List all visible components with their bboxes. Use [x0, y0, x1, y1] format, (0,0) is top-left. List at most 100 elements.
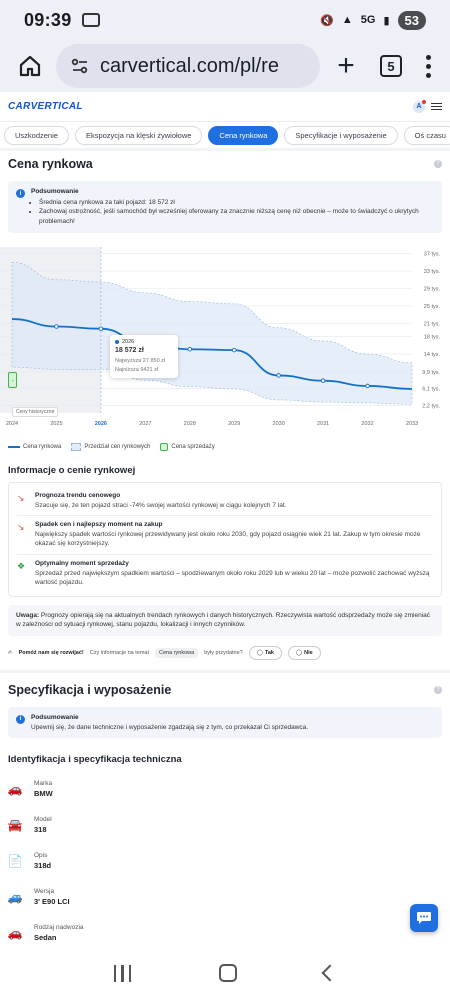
drop-icon: ↘: [17, 522, 25, 533]
data-point: [187, 347, 193, 352]
report-tabs: Uszkodzenie Ekspozycja na klęski żywioło…: [0, 122, 450, 148]
x-tick-label: 2030: [273, 421, 285, 427]
insight-item: ↘ Prognoza trendu cenowego Szacuje się, ż…: [17, 487, 433, 517]
insight-item: ↘ Spadek cen i najlepszy moment na zakup…: [17, 516, 433, 555]
tab-natural-disasters[interactable]: Ekspozycja na klęski żywiołowe: [74, 125, 203, 145]
price-info-title: Informacje o cenie rynkowej: [8, 465, 136, 477]
feedback-no-button[interactable]: ◯ Nie: [287, 645, 321, 660]
y-tick-label: 2,2 tys.: [422, 404, 440, 410]
y-tick-label: 6,1 tys.: [422, 387, 440, 393]
legend-price-range[interactable]: Przedział cen rynkowych: [71, 443, 151, 452]
recent-apps-button[interactable]: [113, 964, 132, 982]
logo-text: CARVERTICAL: [8, 101, 83, 112]
help-icon[interactable]: ?: [434, 160, 442, 168]
car-model-icon: 🚘: [7, 817, 23, 832]
browser-menu-button[interactable]: [418, 54, 438, 78]
nav-home-button[interactable]: [218, 964, 237, 982]
legend-label: Przedział cen rynkowych: [84, 444, 151, 451]
home-icon: [19, 55, 41, 77]
site-header: CARVERTICAL A: [0, 92, 450, 122]
feedback-icon: ✍: [8, 649, 13, 656]
legend-market-price[interactable]: Cena rynkowa: [8, 444, 61, 450]
y-tick-label: 29 tys.: [424, 287, 441, 293]
carvertical-logo[interactable]: CARVERTICAL: [8, 101, 83, 112]
identification-title: Identyfikacja i specyfikacja techniczna: [8, 753, 182, 765]
new-tab-button[interactable]: +: [328, 48, 364, 84]
chat-icon: [417, 912, 431, 924]
spec-value: 3' E90 LCI: [34, 896, 70, 906]
insight-text: Największy spadek wartości rynkowej prze…: [35, 531, 421, 548]
spec-value: 318: [34, 824, 47, 834]
summary-title: Podsumowanie: [31, 188, 79, 195]
tab-damage[interactable]: Uszkodzenie: [4, 125, 69, 145]
spec-value: Sedan: [34, 932, 57, 942]
url-text[interactable]: carvertical.com/pl/re: [100, 55, 279, 78]
spec-value: BMW: [34, 788, 53, 798]
y-tick-label: 18 tys.: [424, 335, 441, 341]
car-brand-icon: 🚗: [7, 781, 23, 796]
spec-list: 🚗 Marka BMW 🚘 Model 318 📄 Opis 318d 🚙 Wersj…: [0, 771, 450, 951]
hamburger-menu-icon[interactable]: [431, 102, 442, 111]
x-tick-label: 2026: [95, 421, 107, 427]
spec-label: Wersja: [34, 887, 55, 895]
tab-switcher-button[interactable]: 5: [380, 55, 402, 77]
x-tick-label: 2027: [139, 421, 151, 427]
insight-item: ❖ Optymalny moment sprzedaży Sprzedaż prz…: [17, 555, 433, 592]
signal-bars-icon: ▮: [383, 14, 390, 27]
home-button[interactable]: [12, 48, 48, 84]
feedback-question: Czy informacje na temat: [89, 649, 150, 656]
section-title-market-price: Cena rynkowa: [8, 157, 93, 171]
back-button[interactable]: [321, 964, 339, 982]
data-point: [98, 326, 104, 332]
y-tick-label: 33 tys.: [424, 269, 441, 275]
site-settings-icon[interactable]: [70, 56, 90, 76]
plus-icon: +: [337, 49, 355, 82]
tab-market-price[interactable]: Cena rynkowa: [208, 125, 279, 145]
thumbs-down-icon: ◯: [295, 649, 303, 656]
spec-value: 318d: [34, 860, 52, 870]
specs-header: Specyfikacja i wyposażenie ?: [0, 673, 450, 703]
status-bar: 09:39 🔇 ▲ 5G ▮ 53: [0, 0, 450, 40]
car-body-icon: 🚗: [7, 925, 23, 940]
y-tick-label: 25 tys.: [424, 304, 441, 310]
status-time: 09:39: [24, 9, 72, 30]
legend-label: Cena sprzedaży: [171, 444, 215, 451]
x-tick-label: 2031: [317, 421, 329, 427]
price-info-card: ↘ Prognoza trendu cenowego Szacuje się, ż…: [8, 482, 442, 597]
x-tick-label: 2033: [406, 421, 418, 427]
car-version-icon: 🚙: [7, 889, 23, 904]
historical-prices-label: Ceny historyczne: [12, 407, 59, 418]
legend-sale-price[interactable]: Cena sprzedaży: [160, 443, 215, 452]
spec-label: Model: [34, 815, 52, 823]
thumbs-up-icon: ◯: [256, 649, 263, 656]
browser-toolbar: carvertical.com/pl/re + 5: [0, 40, 450, 92]
data-point: [365, 383, 370, 389]
data-point: [320, 378, 326, 384]
chat-button[interactable]: [410, 904, 438, 932]
tooltip-year: 2026: [122, 339, 135, 346]
specs-summary: i Podsumowanie Upewnij się, że dane tech…: [8, 706, 442, 738]
spec-row-model: 🚘 Model 318: [0, 807, 450, 843]
address-bar[interactable]: carvertical.com/pl/re: [56, 44, 320, 88]
signal-icon: ▲: [341, 14, 353, 26]
x-tick-label: 2025: [50, 421, 62, 427]
android-nav-bar: [0, 946, 450, 1000]
sale-price-marker[interactable]: ⚬: [8, 372, 17, 389]
info-icon: i: [16, 189, 25, 198]
forecast-note: Uwaga: Prognozy opierają się na aktualny…: [8, 604, 442, 636]
spec-row-version: 🚙 Wersja 3' E90 LCI: [0, 879, 450, 915]
feedback-topic-chip: Cena rynkowa: [155, 647, 199, 658]
tooltip-max: Najwyższa 27 850 zł: [115, 358, 166, 365]
note-label: Uwaga:: [16, 611, 40, 619]
tab-specifications[interactable]: Specyfikacje i wyposażenie: [284, 125, 398, 145]
price-chart[interactable]: 37 tys. 33 tys. 29 tys. 25 tys. 21 tys. 18 ty…: [0, 243, 450, 439]
summary-item: Zachowaj ostrożność, jeśli samochód był …: [39, 207, 434, 226]
summary-item: Średnia cena rynkowa za taki pojazd: 18 …: [39, 198, 434, 207]
tab-timeline[interactable]: Oś czasu: [403, 125, 450, 145]
y-tick-label: 21 tys.: [424, 322, 441, 328]
y-tick-label: 9,9 tys.: [422, 370, 440, 376]
feedback-yes-button[interactable]: ◯ Tak: [248, 645, 282, 660]
help-icon[interactable]: ?: [434, 685, 442, 694]
avatar[interactable]: A: [413, 99, 426, 113]
insight-title: Prognoza trendu cenowego: [35, 492, 121, 500]
